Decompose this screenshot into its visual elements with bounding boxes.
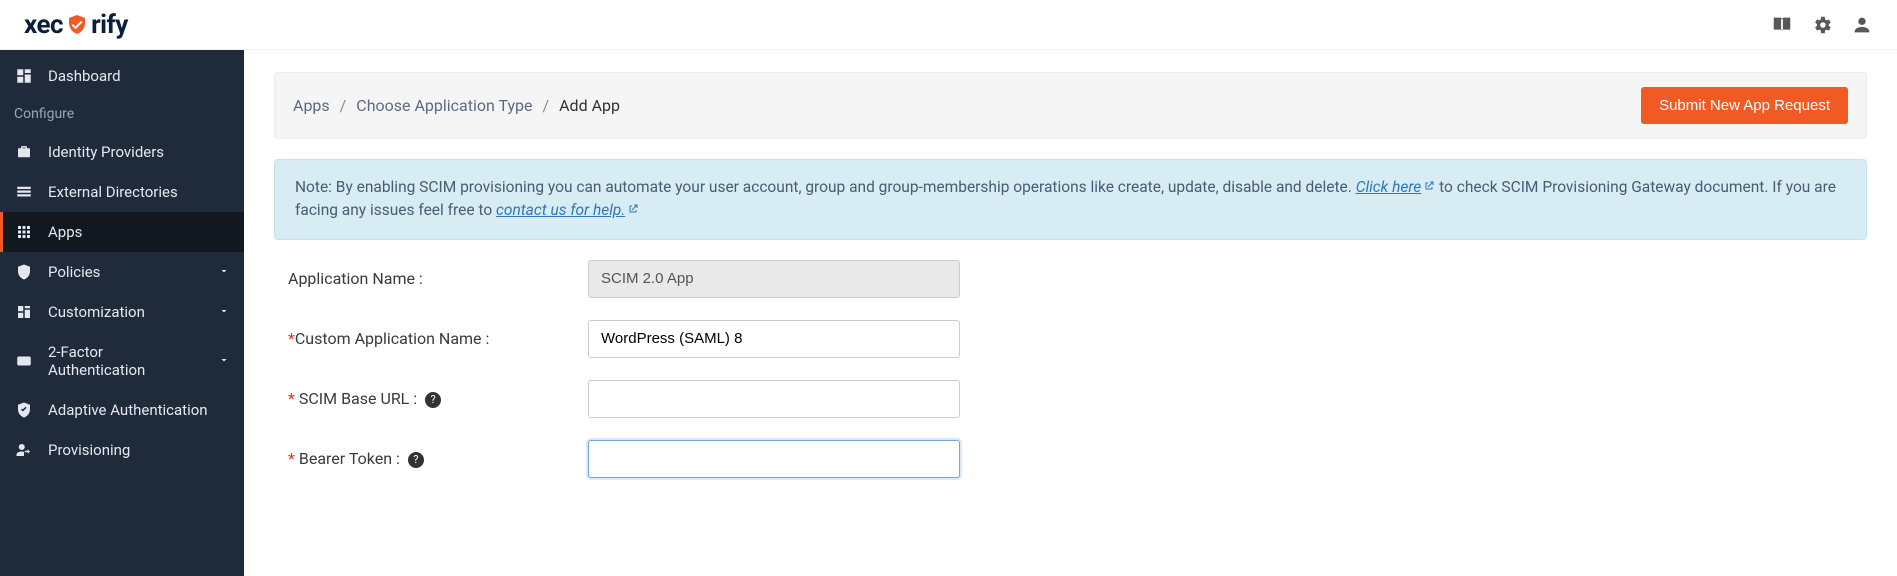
external-link-icon — [1421, 178, 1435, 196]
panel-header: Apps / Choose Application Type / Add App… — [274, 72, 1867, 139]
shield-icon — [14, 263, 34, 281]
sidebar-item-label: Customization — [48, 303, 145, 321]
sidebar-item-label: External Directories — [48, 183, 178, 201]
sidebar-item-external-directories[interactable]: External Directories — [0, 172, 244, 212]
submit-new-app-request-button[interactable]: Submit New App Request — [1641, 87, 1848, 124]
sidebar-item-label: Provisioning — [48, 441, 130, 459]
contact-us-link[interactable]: contact us for help. — [496, 201, 639, 219]
logo: xec rify — [24, 10, 128, 40]
sidebar-item-label: Dashboard — [48, 67, 121, 85]
main-content: Apps / Choose Application Type / Add App… — [244, 50, 1897, 576]
logo-text-prefix: xec — [24, 10, 63, 40]
click-here-link[interactable]: Click here — [1356, 178, 1436, 196]
sidebar-item-customization[interactable]: Customization — [0, 292, 244, 332]
bearer-token-label: * Bearer Token : ? — [288, 449, 588, 468]
shield-check-icon — [14, 401, 34, 419]
logo-text-suffix: rify — [91, 10, 128, 40]
help-icon[interactable]: ? — [408, 452, 424, 468]
bearer-token-input[interactable] — [588, 440, 960, 478]
docs-icon[interactable] — [1771, 14, 1793, 36]
sidebar-item-label: Apps — [48, 223, 82, 241]
gear-icon[interactable] — [1811, 14, 1833, 36]
custom-app-name-input[interactable] — [588, 320, 960, 358]
breadcrumb-choose-type[interactable]: Choose Application Type — [356, 96, 532, 115]
sidebar-item-identity-providers[interactable]: Identity Providers — [0, 132, 244, 172]
sidebar-item-adaptive-auth[interactable]: Adaptive Authentication — [0, 390, 244, 430]
provisioning-icon — [14, 441, 34, 459]
sidebar-item-provisioning[interactable]: Provisioning — [0, 430, 244, 470]
apps-icon — [14, 223, 34, 241]
breadcrumb-apps[interactable]: Apps — [293, 96, 330, 115]
sidebar-item-label: Identity Providers — [48, 143, 164, 161]
badge-icon — [14, 352, 34, 370]
list-icon — [14, 183, 34, 201]
dashboard-icon — [14, 67, 34, 85]
sidebar-item-dashboard[interactable]: Dashboard — [0, 56, 244, 96]
topbar: xec rify — [0, 0, 1897, 50]
info-text-part1: Note: By enabling SCIM provisioning you … — [295, 178, 1356, 196]
breadcrumb: Apps / Choose Application Type / Add App — [293, 96, 620, 115]
custom-app-name-label: *Custom Application Name : — [288, 329, 588, 348]
chevron-down-icon — [218, 303, 230, 321]
sidebar-section-configure: Configure — [0, 96, 244, 132]
breadcrumb-separator: / — [340, 96, 347, 115]
scim-base-url-label: * SCIM Base URL : ? — [288, 389, 588, 408]
chevron-down-icon — [218, 263, 230, 281]
sidebar: Dashboard Configure Identity Providers E… — [0, 50, 244, 576]
help-icon[interactable]: ? — [425, 392, 441, 408]
sidebar-item-label: Adaptive Authentication — [48, 401, 208, 419]
external-link-icon — [625, 201, 639, 219]
info-note: Note: By enabling SCIM provisioning you … — [274, 159, 1867, 240]
application-name-label: Application Name : — [288, 269, 588, 288]
breadcrumb-separator: / — [543, 96, 550, 115]
sidebar-item-label: 2-Factor Authentication — [48, 343, 204, 379]
customize-icon — [14, 303, 34, 321]
topbar-actions — [1771, 14, 1873, 36]
breadcrumb-add-app: Add App — [559, 96, 620, 115]
chevron-down-icon — [218, 352, 230, 370]
user-icon[interactable] — [1851, 14, 1873, 36]
application-name-input — [588, 260, 960, 298]
app-form: Application Name : *Custom Application N… — [274, 240, 1867, 478]
briefcase-icon — [14, 143, 34, 161]
sidebar-item-apps[interactable]: Apps — [0, 212, 244, 252]
sidebar-item-policies[interactable]: Policies — [0, 252, 244, 292]
sidebar-item-2fa[interactable]: 2-Factor Authentication — [0, 332, 244, 390]
logo-icon — [65, 13, 89, 37]
scim-base-url-input[interactable] — [588, 380, 960, 418]
sidebar-item-label: Policies — [48, 263, 100, 281]
